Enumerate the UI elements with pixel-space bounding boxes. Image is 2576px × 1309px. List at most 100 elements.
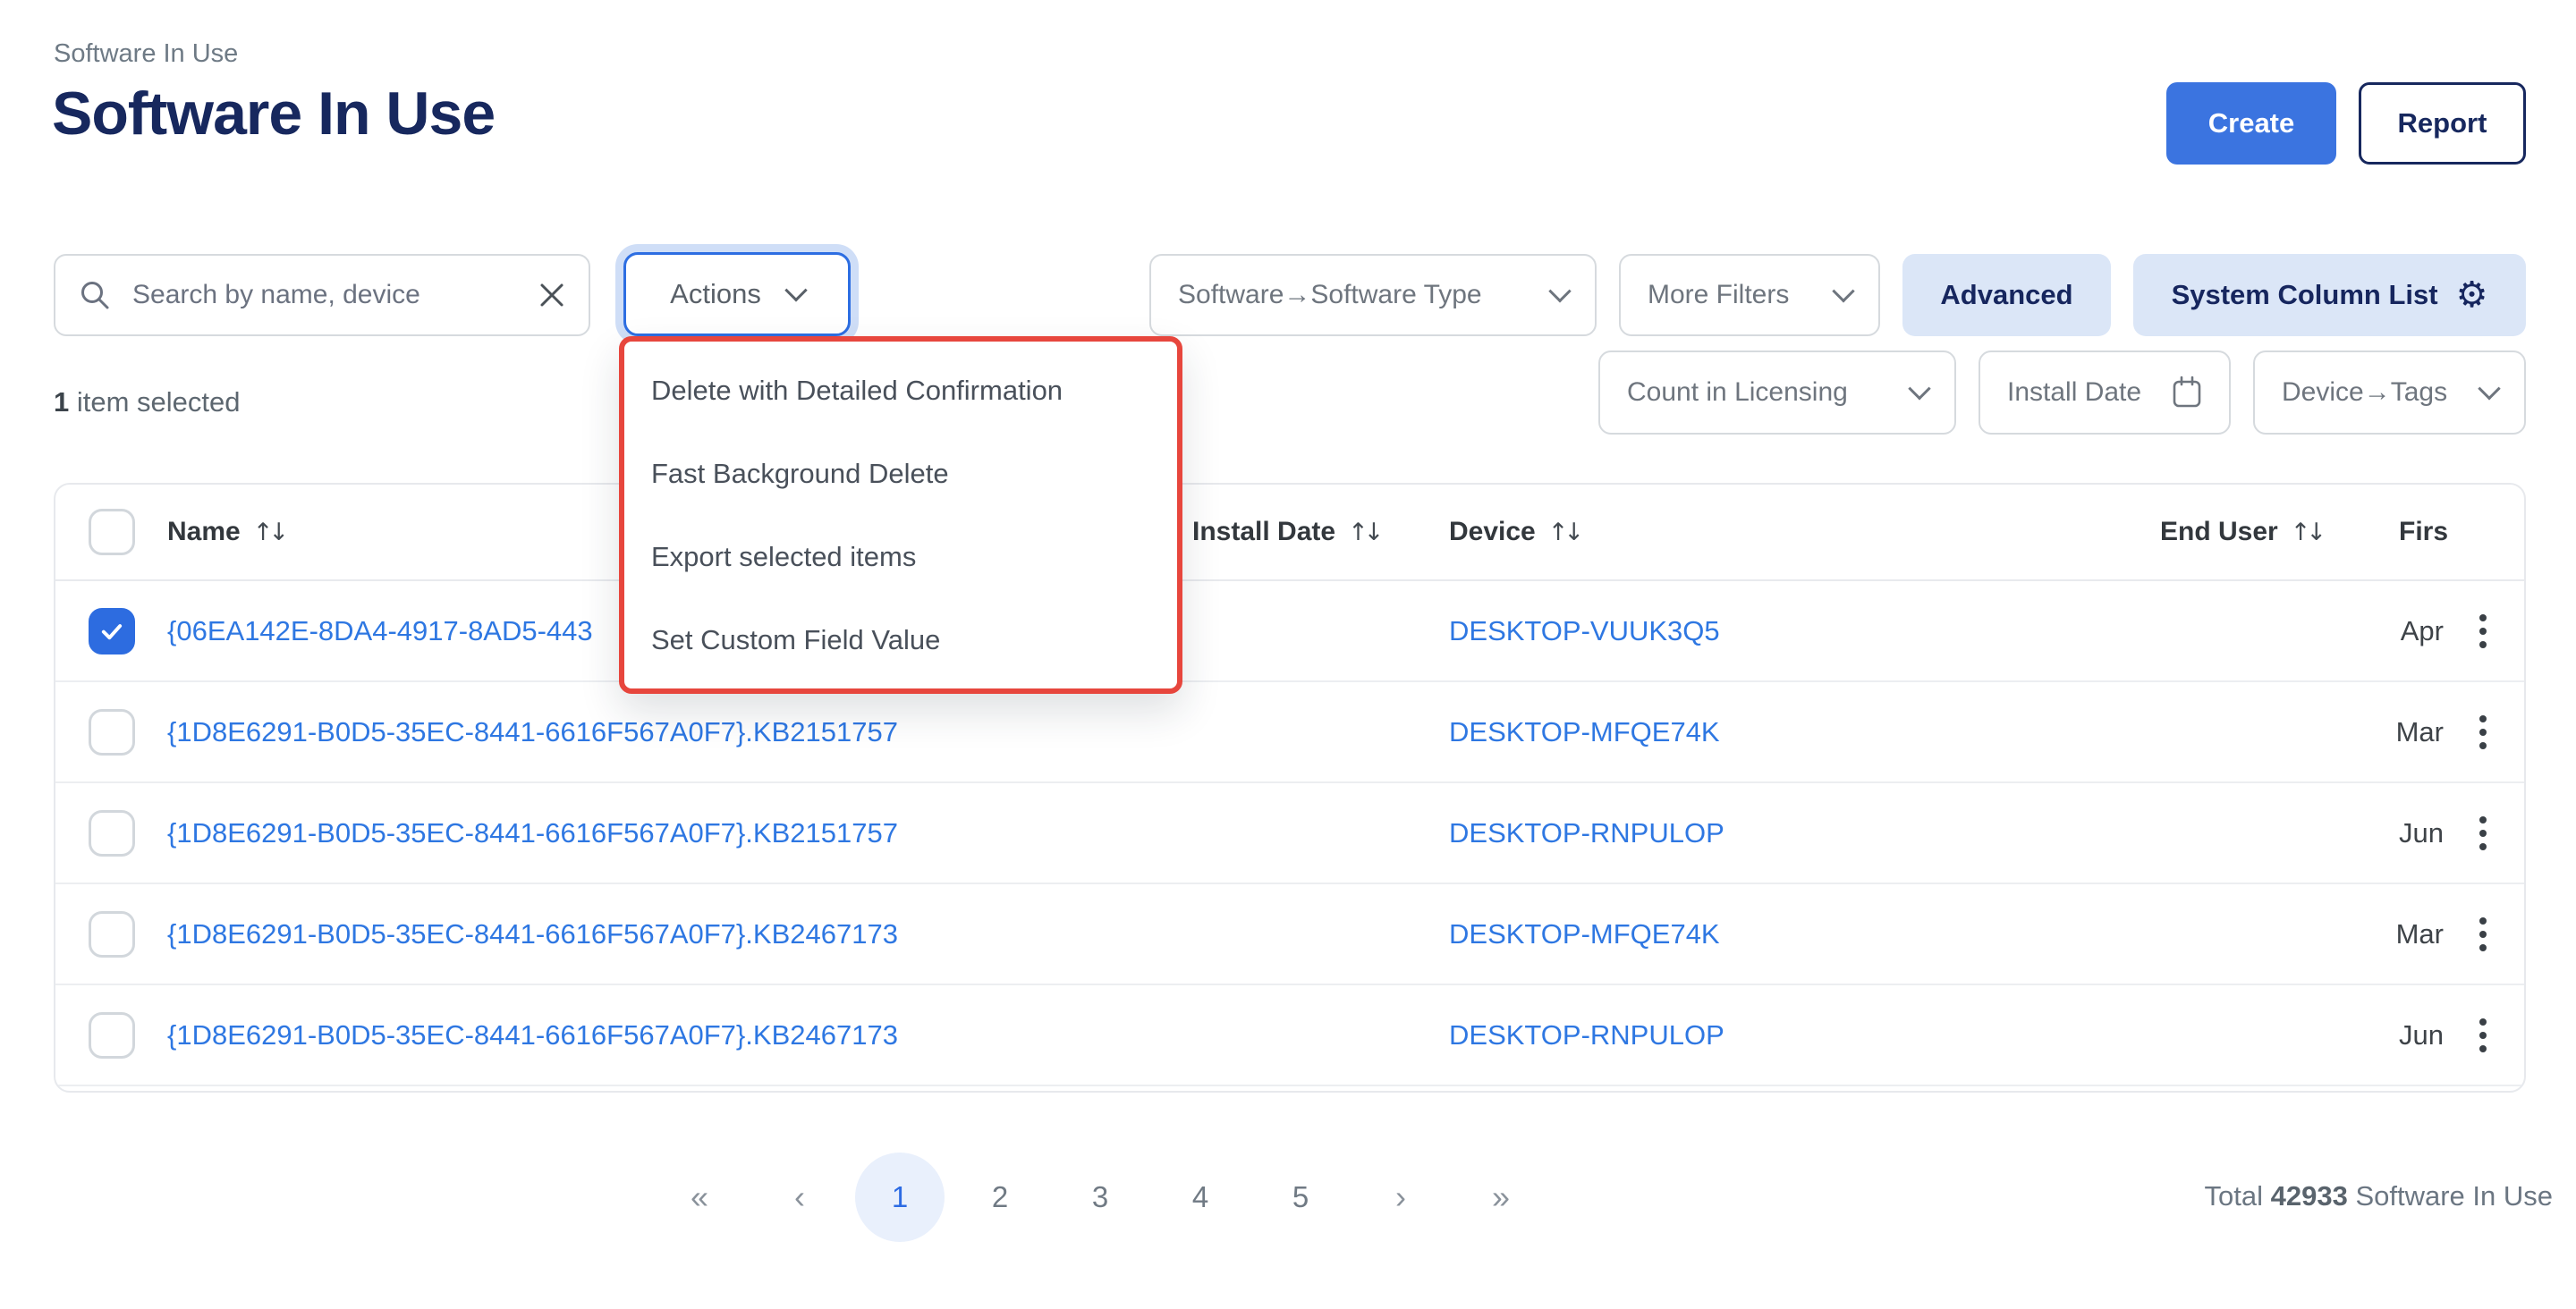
selection-count: 1 — [54, 386, 69, 418]
row-checkbox[interactable] — [89, 1012, 135, 1059]
breadcrumb[interactable]: Software In Use — [54, 39, 238, 69]
device-link[interactable]: DESKTOP-MFQE74K — [1449, 716, 1720, 748]
sort-icon[interactable]: ↑↓ — [1548, 519, 1580, 546]
clear-search-icon[interactable] — [538, 282, 565, 308]
chevron-down-icon — [784, 279, 807, 301]
pagination-page-4[interactable]: 4 — [1150, 1153, 1250, 1242]
pagination-next-button[interactable]: › — [1351, 1153, 1451, 1242]
select-all-checkbox[interactable] — [89, 509, 135, 555]
system-column-list-button[interactable]: System Column List ⚙ — [2133, 254, 2526, 336]
row-kebab-menu-icon[interactable] — [2463, 705, 2503, 759]
report-button[interactable]: Report — [2359, 82, 2526, 165]
software-name-link[interactable]: {1D8E6291-B0D5-35EC-8441-6616F567A0F7}.K… — [167, 817, 898, 849]
search-input[interactable] — [131, 279, 519, 311]
software-type-filter-label: Software→Software Type — [1178, 280, 1482, 310]
column-label: Device — [1449, 517, 1536, 547]
software-in-use-page: Software In Use Software In Use Create R… — [0, 0, 2576, 1309]
pagination-last-button[interactable]: » — [1451, 1153, 1551, 1242]
sort-icon[interactable]: ↑↓ — [253, 519, 284, 546]
actions-label: Actions — [670, 278, 761, 310]
total-count: 42933 — [2271, 1180, 2348, 1212]
count-in-licensing-filter[interactable]: Count in Licensing — [1598, 350, 1956, 435]
calendar-icon — [2172, 376, 2202, 410]
software-name-link[interactable]: {1D8E6291-B0D5-35EC-8441-6616F567A0F7}.K… — [167, 716, 898, 748]
total-suffix: Software In Use — [2348, 1180, 2553, 1212]
column-label: Firs — [2399, 517, 2448, 547]
row-checkbox[interactable] — [89, 911, 135, 958]
first-date-value: Mar — [2396, 682, 2444, 781]
column-label: End User — [2160, 517, 2278, 547]
software-name-link[interactable]: {1D8E6291-B0D5-35EC-8441-6616F567A0F7}.K… — [167, 918, 898, 950]
row-kebab-menu-icon[interactable] — [2463, 1009, 2503, 1062]
menu-item-delete-with-detailed-confirmation[interactable]: Delete with Detailed Confirmation — [624, 349, 1177, 432]
install-date-filter-label: Install Date — [2007, 377, 2141, 408]
actions-dropdown-button[interactable]: Actions — [623, 252, 851, 336]
total-prefix: Total — [2205, 1180, 2271, 1212]
pagination-page-2[interactable]: 2 — [950, 1153, 1050, 1242]
software-table: Name ↑↓ Install Date ↑↓ Device ↑↓ End Us… — [54, 483, 2526, 1093]
actions-dropdown-menu: Delete with Detailed Confirmation Fast B… — [619, 336, 1182, 694]
advanced-button[interactable]: Advanced — [1902, 254, 2111, 336]
menu-item-set-custom-field-value[interactable]: Set Custom Field Value — [624, 598, 1177, 681]
more-filters-label: More Filters — [1648, 280, 1789, 310]
device-link[interactable]: DESKTOP-VUUK3Q5 — [1449, 615, 1720, 647]
table-row: {1D8E6291-B0D5-35EC-8441-6616F567A0F7}.K… — [55, 783, 2524, 884]
first-date-value: Jun — [2399, 783, 2444, 883]
device-link[interactable]: DESKTOP-MFQE74K — [1449, 918, 1720, 950]
count-in-licensing-label: Count in Licensing — [1627, 377, 1848, 408]
row-kebab-menu-icon[interactable] — [2463, 908, 2503, 961]
menu-item-export-selected-items[interactable]: Export selected items — [624, 515, 1177, 598]
device-link[interactable]: DESKTOP-RNPULOP — [1449, 1019, 1724, 1051]
gear-icon: ⚙ — [2456, 277, 2488, 313]
first-date-value: Mar — [2396, 884, 2444, 984]
install-date-filter[interactable]: Install Date — [1979, 350, 2231, 435]
chevron-down-icon — [1548, 280, 1571, 302]
device-tags-label: Device→Tags — [2282, 377, 2447, 408]
chevron-down-icon — [1832, 280, 1854, 302]
pagination-page-5[interactable]: 5 — [1250, 1153, 1351, 1242]
row-kebab-menu-icon[interactable] — [2463, 604, 2503, 658]
row-checkbox[interactable] — [89, 608, 135, 654]
pagination-page-1[interactable]: 1 — [855, 1153, 945, 1242]
chevron-down-icon — [1908, 377, 1930, 400]
column-label: Name — [167, 517, 241, 547]
software-type-filter[interactable]: Software→Software Type — [1149, 254, 1597, 336]
more-filters-dropdown[interactable]: More Filters — [1619, 254, 1880, 336]
column-header-device[interactable]: Device ↑↓ — [1449, 485, 1580, 579]
menu-item-fast-background-delete[interactable]: Fast Background Delete — [624, 432, 1177, 515]
software-name-link[interactable]: {1D8E6291-B0D5-35EC-8441-6616F567A0F7}.K… — [167, 1019, 898, 1051]
device-link[interactable]: DESKTOP-RNPULOP — [1449, 817, 1724, 849]
system-column-list-label: System Column List — [2172, 279, 2438, 311]
create-button[interactable]: Create — [2166, 82, 2336, 165]
chevron-down-icon — [2478, 377, 2500, 400]
search-icon — [79, 279, 111, 311]
advanced-label: Advanced — [1940, 279, 2072, 311]
pagination-first-button[interactable]: « — [649, 1153, 750, 1242]
pagination-prev-button[interactable]: ‹ — [750, 1153, 850, 1242]
total-count-text: Total 42933 Software In Use — [2205, 1180, 2553, 1212]
search-box[interactable] — [54, 254, 590, 336]
sort-icon[interactable]: ↑↓ — [1348, 519, 1379, 546]
column-header-name[interactable]: Name ↑↓ — [167, 485, 284, 579]
first-date-value: Jun — [2399, 985, 2444, 1085]
sort-icon[interactable]: ↑↓ — [2291, 519, 2322, 546]
pagination-page-3[interactable]: 3 — [1050, 1153, 1150, 1242]
pagination: « ‹ 1 2 3 4 5 › » — [649, 1153, 1551, 1242]
selection-text: item selected — [69, 386, 240, 418]
column-header-install-date[interactable]: Install Date ↑↓ — [1192, 485, 1379, 579]
row-kebab-menu-icon[interactable] — [2463, 807, 2503, 860]
first-date-value: Apr — [2401, 581, 2444, 680]
column-label: Install Date — [1192, 517, 1335, 547]
column-header-first[interactable]: Firs — [2399, 485, 2448, 579]
row-checkbox[interactable] — [89, 709, 135, 756]
table-row: {06EA142E-8DA4-4917-8AD5-443 DESKTOP-VUU… — [55, 581, 2524, 682]
row-checkbox[interactable] — [89, 810, 135, 857]
selection-status: 1 item selected — [54, 386, 241, 418]
device-tags-filter[interactable]: Device→Tags — [2253, 350, 2526, 435]
check-icon — [97, 616, 127, 646]
page-title: Software In Use — [52, 79, 495, 148]
table-row: {1D8E6291-B0D5-35EC-8441-6616F567A0F7}.K… — [55, 884, 2524, 985]
table-row: {1D8E6291-B0D5-35EC-8441-6616F567A0F7}.K… — [55, 985, 2524, 1086]
software-name-link[interactable]: {06EA142E-8DA4-4917-8AD5-443 — [167, 615, 593, 647]
column-header-end-user[interactable]: End User ↑↓ — [2160, 485, 2322, 579]
